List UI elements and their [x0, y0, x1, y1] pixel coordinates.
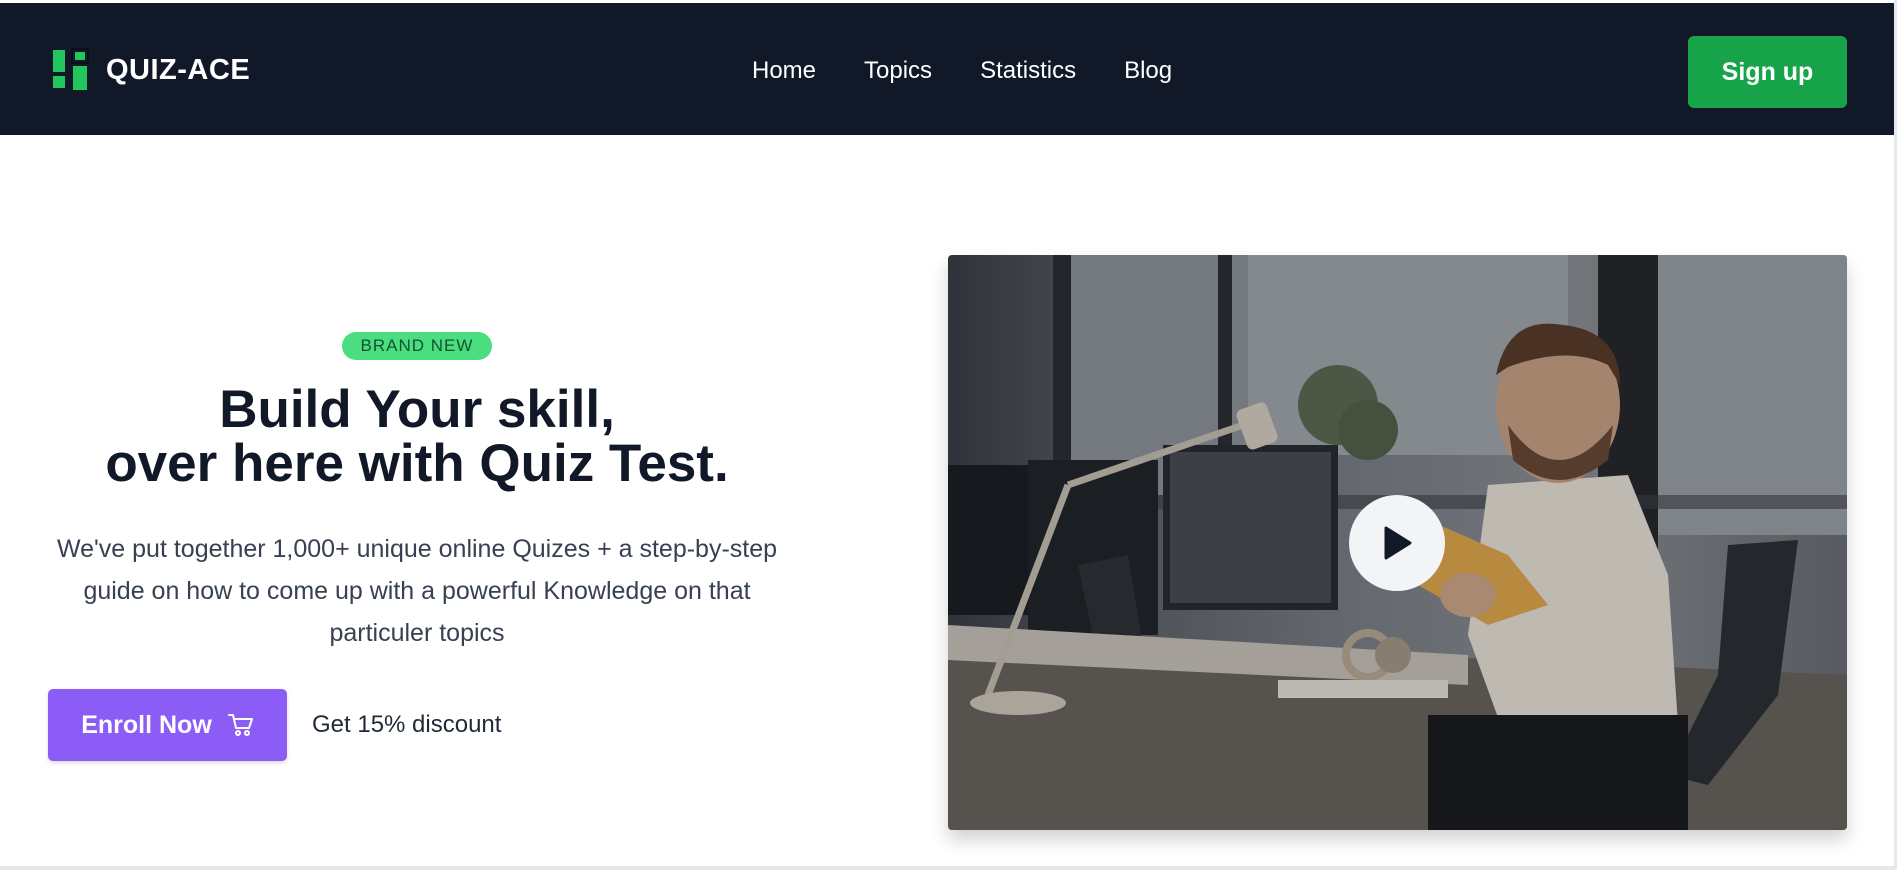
- headline-line-1: Build Your skill,: [219, 380, 615, 439]
- brand-logo[interactable]: QUIZ-ACE: [49, 46, 250, 94]
- quiz-ace-logo-icon: [49, 46, 93, 94]
- main-nav: Home Topics Statistics Blog: [752, 57, 1220, 85]
- play-icon: [1384, 526, 1412, 560]
- signup-button[interactable]: Sign up: [1688, 36, 1847, 108]
- enroll-now-button[interactable]: Enroll Now: [48, 689, 287, 761]
- hero-description: We've put together 1,000+ unique online …: [56, 535, 778, 647]
- top-navbar: QUIZ-ACE Home Topics Statistics Blog Sig…: [0, 3, 1897, 135]
- brand-name: QUIZ-ACE: [106, 53, 251, 86]
- nav-link-topics[interactable]: Topics: [864, 57, 932, 85]
- enroll-now-label: Enroll Now: [81, 710, 212, 739]
- hero-headline: Build Your skill, over here with Quiz Te…: [40, 383, 794, 491]
- play-button[interactable]: [1349, 495, 1445, 591]
- nav-link-statistics[interactable]: Statistics: [980, 57, 1076, 85]
- hero-video-thumbnail[interactable]: [948, 255, 1847, 830]
- cart-icon: [227, 714, 253, 736]
- nav-link-blog[interactable]: Blog: [1124, 57, 1172, 85]
- page-divider: [0, 866, 1897, 870]
- hero-text-section: BRAND NEW Build Your skill, over here wi…: [0, 135, 834, 870]
- headline-line-2: over here with Quiz Test.: [105, 434, 729, 493]
- nav-link-home[interactable]: Home: [752, 57, 816, 85]
- brand-new-badge: BRAND NEW: [342, 332, 492, 360]
- discount-text: Get 15% discount: [312, 711, 502, 738]
